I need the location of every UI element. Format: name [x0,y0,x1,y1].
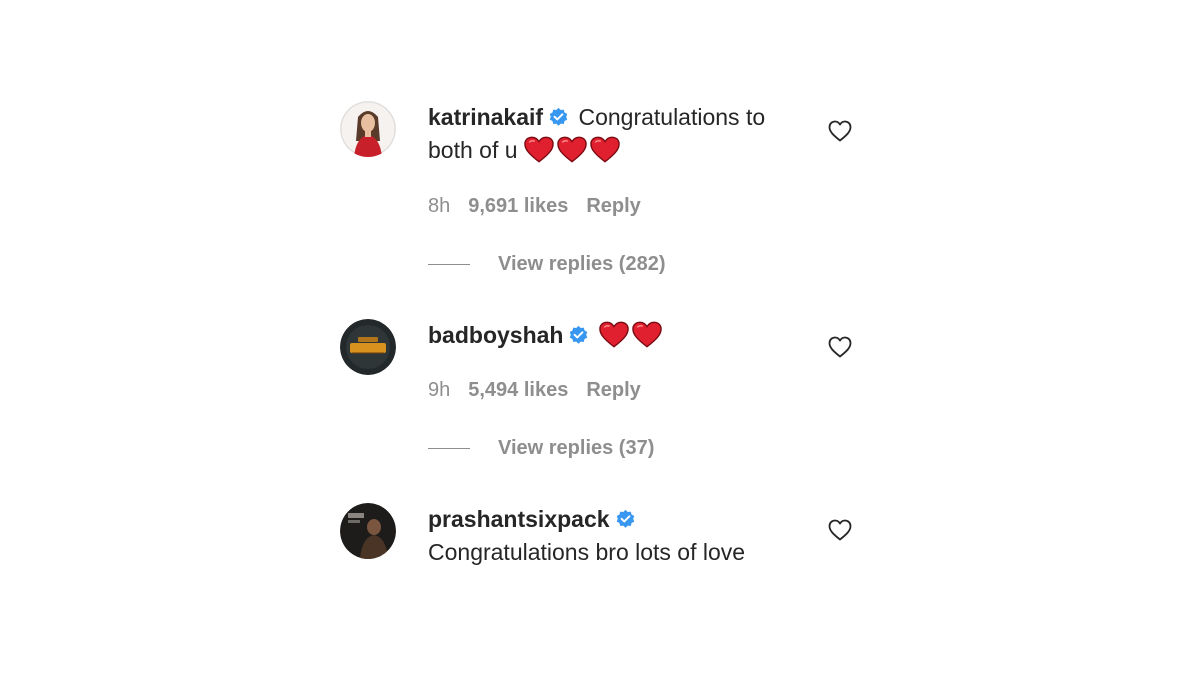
comment-body: Congratulations bro lots of love [428,539,746,565]
red-heart-emoji-icon [599,321,629,348]
comment-meta: 8h 9,691 likes Reply [428,195,659,218]
verified-badge-icon [616,509,634,528]
username[interactable]: prashantsixpack [428,506,610,532]
username[interactable]: badboyshah [428,322,563,348]
view-replies-label: View replies (282) [498,253,666,275]
heart-emoji-group [599,321,665,348]
comment-text: katrinakaif Congratulations to both of u [428,101,798,167]
view-replies-button[interactable]: View replies (282) [428,253,666,276]
red-heart-emoji-icon [590,136,620,163]
heart-outline-like-icon[interactable] [828,336,852,358]
heart-outline-like-icon[interactable] [828,120,852,142]
username[interactable]: katrinakaif [428,104,543,130]
reply-button[interactable]: Reply [586,379,640,401]
replies-divider-line [428,264,470,266]
comment-badboyshah: badboyshah 9h 5,494 likes Reply View repli… [340,319,860,469]
red-heart-emoji-icon [557,136,587,163]
replies-divider-line [428,448,470,450]
view-replies-button[interactable]: View replies (37) [428,437,654,460]
likes-count[interactable]: 5,494 likes [468,379,568,401]
comment-meta: 9h 5,494 likes Reply [428,379,659,402]
timestamp[interactable]: 8h [428,195,450,217]
reply-button[interactable]: Reply [586,195,640,217]
red-heart-emoji-icon [524,136,554,163]
comment-katrinakaif: katrinakaif Congratulations to both of u… [340,101,860,291]
heart-outline-like-icon[interactable] [828,519,852,541]
verified-badge-icon [549,107,568,126]
heart-emoji-group [524,136,623,163]
avatar[interactable] [340,503,396,559]
likes-count[interactable]: 9,691 likes [468,195,568,217]
comment-text: prashantsixpack Congratulations bro lots… [428,503,798,569]
verified-badge-icon [570,325,588,344]
red-heart-emoji-icon [632,321,662,348]
view-replies-label: View replies (37) [498,437,655,459]
avatar[interactable] [340,319,396,375]
comment-text: badboyshah [428,319,798,352]
comment-prashantsixpack: prashantsixpack Congratulations bro lots… [340,503,860,573]
timestamp[interactable]: 9h [428,379,450,401]
avatar[interactable] [340,101,396,157]
